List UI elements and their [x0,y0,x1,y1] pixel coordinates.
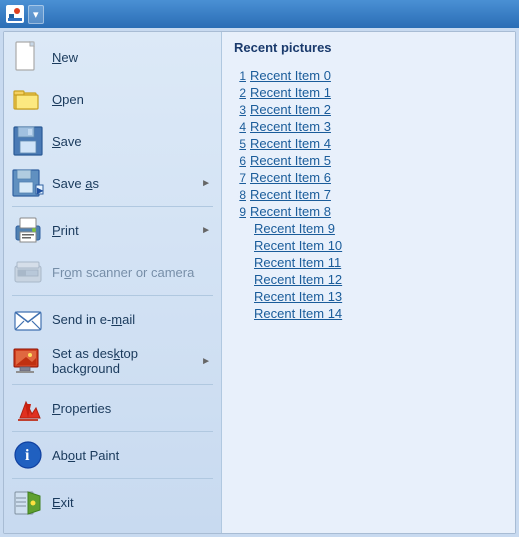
recent-item-number: 4 [234,120,246,134]
recent-item-label: Recent Item 8 [250,204,331,219]
recent-item-label: Recent Item 2 [250,102,331,117]
svg-text:▶: ▶ [36,186,44,195]
recent-item-number: 1 [234,69,246,83]
recent-item-number: 5 [234,137,246,151]
divider-2 [12,295,213,296]
open-label: Open [52,92,211,107]
email-icon [12,303,44,335]
menu-item-saveas[interactable]: ▶ Save as ► [4,162,221,204]
menu-item-open[interactable]: Open [4,78,221,120]
recent-item-label: Recent Item 13 [254,289,342,304]
recent-item-number: 7 [234,171,246,185]
recent-item-label: Recent Item 12 [254,272,342,287]
save-label: Save [52,134,211,149]
recent-item-number: 3 [234,103,246,117]
exit-label: Exit [52,495,211,510]
recent-list-item[interactable]: Recent Item 13 [234,288,503,305]
svg-text:i: i [25,447,30,464]
saveas-label: Save as [52,176,201,191]
recent-item-number: 9 [234,205,246,219]
recent-item-number: 2 [234,86,246,100]
dropdown-arrow: ▾ [33,8,39,21]
recent-list-item[interactable]: 9 Recent Item 8 [234,203,503,220]
recent-list-item[interactable]: 4 Recent Item 3 [234,118,503,135]
about-icon: i [12,439,44,471]
menu-item-exit[interactable]: Exit [4,481,221,523]
recent-list-item[interactable]: 3 Recent Item 2 [234,101,503,118]
recent-item-label: Recent Item 3 [250,119,331,134]
saveas-arrow: ► [201,178,211,189]
exit-icon [12,486,44,518]
recent-list-item[interactable]: 2 Recent Item 1 [234,84,503,101]
recent-item-label: Recent Item 7 [250,187,331,202]
divider-3 [12,384,213,385]
recent-list-item[interactable]: Recent Item 10 [234,237,503,254]
divider-4 [12,431,213,432]
open-icon [12,83,44,115]
recent-item-label: Recent Item 1 [250,85,331,100]
recent-item-label: Recent Item 6 [250,170,331,185]
recent-list-item[interactable]: Recent Item 9 [234,220,503,237]
recent-list-item[interactable]: Recent Item 14 [234,305,503,322]
scanner-icon [12,256,44,288]
recent-item-label: Recent Item 9 [254,221,335,236]
app-icon [6,5,24,23]
menu-item-properties[interactable]: Properties [4,387,221,429]
new-label: New [52,50,211,65]
menu-item-scanner[interactable]: From scanner or camera [4,251,221,293]
desktop-arrow: ► [201,356,211,367]
recent-list-item[interactable]: 5 Recent Item 4 [234,135,503,152]
saveas-icon: ▶ [12,167,44,199]
props-label: Properties [52,401,211,416]
title-dropdown[interactable]: ▾ [28,5,44,24]
title-bar: ▾ [0,0,519,28]
save-icon [12,125,44,157]
menu-item-about[interactable]: i About Paint [4,434,221,476]
props-icon [12,392,44,424]
menu-item-email[interactable]: Send in e-mail [4,298,221,340]
recent-list-item[interactable]: Recent Item 11 [234,254,503,271]
recent-item-number: 6 [234,154,246,168]
scanner-label: From scanner or camera [52,265,211,280]
menu-item-save[interactable]: Save [4,120,221,162]
new-icon [12,41,44,73]
email-label: Send in e-mail [52,312,211,327]
recent-list-item[interactable]: 1 Recent Item 0 [234,67,503,84]
recent-item-label: Recent Item 14 [254,306,342,321]
left-menu: New Open [4,32,222,533]
print-arrow: ► [201,225,211,236]
recent-item-label: Recent Item 11 [254,255,341,270]
recent-item-number: 8 [234,188,246,202]
print-icon [12,214,44,246]
desktop-label: Set as desktop background [52,346,201,376]
menu-item-new[interactable]: New [4,36,221,78]
desktop-icon [12,345,44,377]
print-label: Print [52,223,201,238]
recent-item-label: Recent Item 0 [250,68,331,83]
recent-item-label: Recent Item 5 [250,153,331,168]
recent-list-item[interactable]: 7 Recent Item 6 [234,169,503,186]
about-label: About Paint [52,448,211,463]
recent-list-item[interactable]: Recent Item 12 [234,271,503,288]
recent-item-label: Recent Item 4 [250,136,331,151]
menu-item-desktop[interactable]: Set as desktop background ► [4,340,221,382]
divider-5 [12,478,213,479]
menu-item-print[interactable]: Print ► [4,209,221,251]
recent-panel: Recent pictures 1 Recent Item 0 2 Recent It… [222,32,515,533]
recent-list: 1Recent Item 02Recent Item 13Recent Item… [234,67,503,322]
divider-1 [12,206,213,207]
recent-list-item[interactable]: 8 Recent Item 7 [234,186,503,203]
recent-title: Recent pictures [234,40,503,59]
recent-list-item[interactable]: 6 Recent Item 5 [234,152,503,169]
recent-item-label: Recent Item 10 [254,238,342,253]
